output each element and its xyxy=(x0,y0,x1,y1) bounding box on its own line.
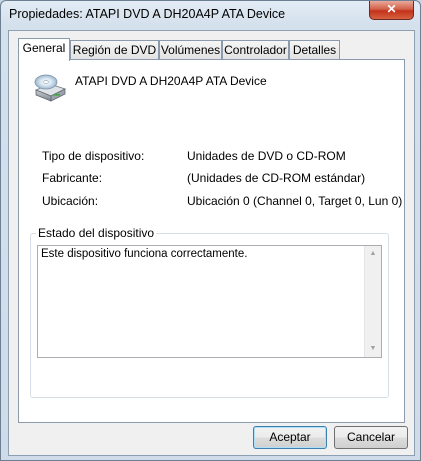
dialog-client: General Región de DVD Volúmenes Controla… xyxy=(8,30,415,456)
device-status-group: Estado del dispositivo Este dispositivo … xyxy=(30,226,389,398)
close-icon: ✕ xyxy=(386,2,397,16)
location-label: Ubicación: xyxy=(42,194,99,208)
manufacturer-label: Fabricante: xyxy=(42,171,103,185)
title-bar[interactable]: Propiedades: ATAPI DVD A DH20A4P ATA Dev… xyxy=(1,1,420,27)
properties-dialog: Propiedades: ATAPI DVD A DH20A4P ATA Dev… xyxy=(0,0,421,461)
window-title: Propiedades: ATAPI DVD A DH20A4P ATA Dev… xyxy=(9,7,286,21)
device-type-label: Tipo de dispositivo: xyxy=(42,149,145,163)
scroll-up-arrow-icon[interactable]: ▲ xyxy=(365,246,381,262)
location-value: Ubicación 0 (Channel 0, Target 0, Lun 0) xyxy=(187,194,403,208)
tab-volumes-label: Volúmenes xyxy=(160,43,221,57)
device-status-title: Estado del dispositivo xyxy=(36,226,157,240)
tab-region-dvd-label: Región de DVD xyxy=(72,43,157,57)
close-button[interactable]: ✕ xyxy=(369,1,414,20)
device-name: ATAPI DVD A DH20A4P ATA Device xyxy=(75,74,267,88)
tab-general[interactable]: General xyxy=(18,38,70,61)
device-status-textbox[interactable]: Este dispositivo funciona correctamente.… xyxy=(37,245,382,358)
tab-general-label: General xyxy=(22,41,66,55)
tab-driver[interactable]: Controlador xyxy=(222,40,289,60)
cancel-button[interactable]: Cancelar xyxy=(334,426,408,449)
device-type-value: Unidades de DVD o CD-ROM xyxy=(187,149,346,163)
manufacturer-value: (Unidades de CD-ROM estándar) xyxy=(187,171,366,185)
tab-details-label: Detalles xyxy=(292,43,337,57)
tab-details[interactable]: Detalles xyxy=(289,40,340,60)
device-status-text: Este dispositivo funciona correctamente. xyxy=(41,248,248,260)
general-tab-panel: ATAPI DVD A DH20A4P ATA Device Tipo de d… xyxy=(18,59,405,423)
status-scrollbar[interactable]: ▲ ▼ xyxy=(364,246,381,357)
ok-button[interactable]: Aceptar xyxy=(253,426,327,449)
scroll-down-arrow-icon[interactable]: ▼ xyxy=(365,341,381,357)
cancel-button-label: Cancelar xyxy=(346,430,396,444)
tab-volumes[interactable]: Volúmenes xyxy=(159,40,222,60)
dvd-drive-icon xyxy=(34,74,67,102)
tab-region-dvd[interactable]: Región de DVD xyxy=(70,40,159,60)
ok-button-label: Aceptar xyxy=(269,430,311,444)
tab-driver-label: Controlador xyxy=(224,43,287,57)
